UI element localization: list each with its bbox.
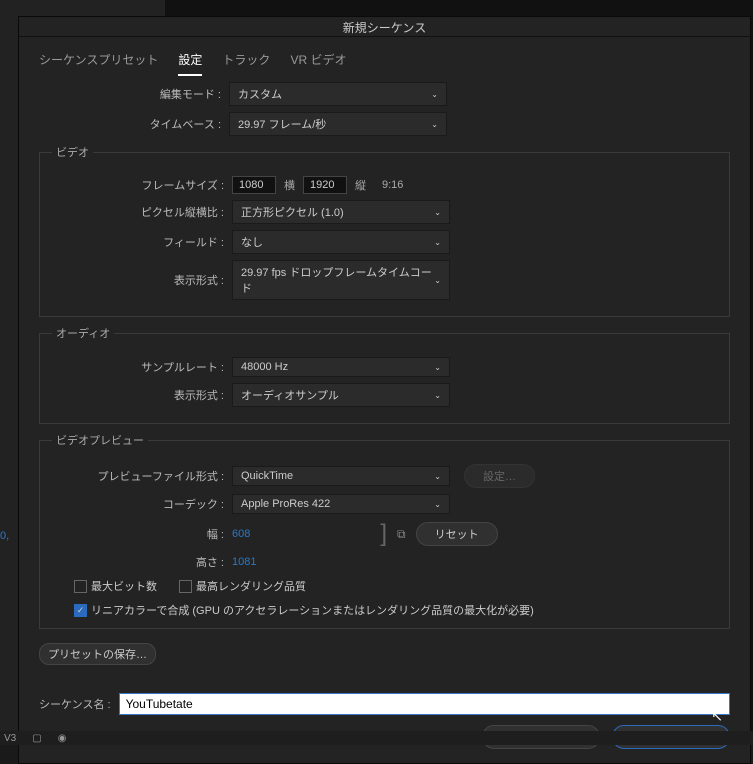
timebase-dropdown[interactable]: 29.97 フレーム/秒⌄ bbox=[229, 112, 447, 136]
preview-settings-button[interactable]: 設定… bbox=[464, 464, 535, 488]
timeline-time: 0, bbox=[0, 530, 9, 542]
preview-file-dropdown[interactable]: QuickTime⌄ bbox=[232, 466, 450, 486]
chevron-down-icon: ⌄ bbox=[434, 363, 441, 372]
sample-dropdown[interactable]: 48000 Hz⌄ bbox=[232, 357, 450, 377]
reset-button[interactable]: リセット bbox=[416, 522, 498, 546]
preview-height-value[interactable]: 1081 bbox=[232, 556, 256, 568]
audio-group: オーディオ サンプルレート : 48000 Hz⌄ 表示形式 : オーディオサン… bbox=[39, 325, 730, 424]
max-bit-label: 最大ビット数 bbox=[91, 578, 157, 594]
link-icon[interactable]: ⧉ bbox=[397, 527, 406, 542]
video-group: ビデオ フレームサイズ : 横 縦 9:16 ピクセル縦横比 : 正方形ピクセル… bbox=[39, 144, 730, 317]
audio-legend: オーディオ bbox=[52, 325, 114, 341]
timebase-label: タイムベース : bbox=[39, 116, 229, 132]
codec-dropdown[interactable]: Apple ProRes 422⌄ bbox=[232, 494, 450, 514]
frame-height-input[interactable] bbox=[303, 176, 347, 194]
chevron-down-icon: ⌄ bbox=[434, 391, 441, 400]
timeline-bar: V3 ▢ ◉ bbox=[0, 731, 753, 745]
max-bit-checkbox[interactable] bbox=[74, 580, 87, 593]
sequence-name-label: シーケンス名 : bbox=[39, 696, 111, 712]
chevron-down-icon: ⌄ bbox=[434, 238, 441, 247]
par-label: ピクセル縦横比 : bbox=[42, 204, 232, 220]
max-render-checkbox[interactable] bbox=[179, 580, 192, 593]
frame-width-input[interactable] bbox=[232, 176, 276, 194]
edit-mode-dropdown[interactable]: カスタム⌄ bbox=[229, 82, 447, 106]
new-sequence-dialog: 新規シーケンス シーケンスプリセット 設定 トラック VR ビデオ 編集モード … bbox=[18, 16, 751, 764]
chevron-down-icon: ⌄ bbox=[434, 472, 441, 481]
preview-file-label: プレビューファイル形式 : bbox=[42, 468, 232, 484]
max-render-label: 最高レンダリング品質 bbox=[196, 578, 306, 594]
audio-display-dropdown[interactable]: オーディオサンプル⌄ bbox=[232, 383, 450, 407]
bracket-icon: ] bbox=[380, 520, 387, 548]
par-dropdown[interactable]: 正方形ピクセル (1.0)⌄ bbox=[232, 200, 450, 224]
tab-tracks[interactable]: トラック bbox=[222, 51, 270, 76]
field-label: フィールド : bbox=[42, 234, 232, 250]
vert-text: 縦 bbox=[355, 177, 366, 193]
save-preset-button[interactable]: プリセットの保存… bbox=[39, 643, 156, 665]
edit-mode-label: 編集モード : bbox=[39, 86, 229, 102]
video-display-label: 表示形式 : bbox=[42, 272, 232, 288]
frame-size-label: フレームサイズ : bbox=[42, 177, 232, 193]
linear-label: リニアカラーで合成 (GPU のアクセラレーションまたはレンダリング品質の最大化… bbox=[91, 602, 534, 618]
tab-presets[interactable]: シーケンスプリセット bbox=[39, 51, 158, 76]
preview-height-label: 高さ : bbox=[42, 554, 232, 570]
track-label: V3 bbox=[4, 733, 16, 744]
tab-vr[interactable]: VR ビデオ bbox=[290, 51, 346, 76]
video-legend: ビデオ bbox=[52, 144, 93, 160]
eye-icon[interactable]: ◉ bbox=[58, 733, 67, 744]
preview-legend: ビデオプレビュー bbox=[52, 432, 148, 448]
video-display-dropdown[interactable]: 29.97 fps ドロップフレームタイムコード⌄ bbox=[232, 260, 450, 300]
sequence-name-input[interactable] bbox=[119, 693, 730, 715]
chevron-down-icon: ⌄ bbox=[434, 276, 441, 285]
sample-label: サンプルレート : bbox=[42, 359, 232, 375]
preview-width-value[interactable]: 608 bbox=[232, 528, 250, 540]
preview-group: ビデオプレビュー プレビューファイル形式 : QuickTime⌄ 設定… コー… bbox=[39, 432, 730, 629]
horiz-text: 横 bbox=[284, 177, 295, 193]
aspect-text: 9:16 bbox=[382, 179, 403, 191]
dialog-title: 新規シーケンス bbox=[19, 17, 750, 37]
chevron-down-icon: ⌄ bbox=[434, 208, 441, 217]
chevron-down-icon: ⌄ bbox=[434, 500, 441, 509]
field-dropdown[interactable]: なし⌄ bbox=[232, 230, 450, 254]
tab-settings[interactable]: 設定 bbox=[178, 51, 202, 76]
timeline-icon[interactable]: ▢ bbox=[32, 733, 41, 744]
chevron-down-icon: ⌄ bbox=[431, 90, 438, 99]
linear-checkbox[interactable]: ✓ bbox=[74, 604, 87, 617]
codec-label: コーデック : bbox=[42, 496, 232, 512]
chevron-down-icon: ⌄ bbox=[431, 120, 438, 129]
audio-display-label: 表示形式 : bbox=[42, 387, 232, 403]
preview-width-label: 幅 : bbox=[42, 526, 232, 542]
